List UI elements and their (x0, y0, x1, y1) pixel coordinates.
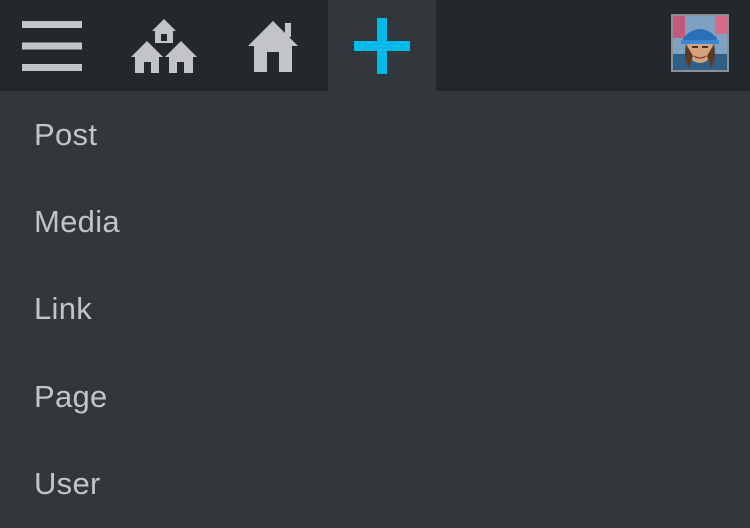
hamburger-menu-icon (22, 20, 82, 72)
site-home-button[interactable] (222, 0, 324, 91)
submenu-item-page[interactable]: Page (0, 353, 750, 440)
submenu-item-label: Page (34, 378, 108, 414)
submenu-item-label: User (34, 465, 101, 501)
submenu-item-post[interactable]: Post (0, 91, 750, 178)
user-avatar[interactable] (671, 14, 729, 72)
new-content-button[interactable] (328, 0, 436, 91)
my-sites-icon (130, 17, 198, 75)
submenu-item-label: Link (34, 290, 93, 326)
home-icon (247, 19, 299, 73)
my-sites-button[interactable] (110, 0, 218, 91)
submenu-item-link[interactable]: Link (0, 265, 750, 352)
admin-toolbar (0, 0, 750, 91)
menu-toggle-button[interactable] (0, 0, 104, 91)
submenu-item-label: Media (34, 203, 120, 239)
new-content-submenu: Post Media Link Page User (0, 91, 750, 528)
plus-icon (354, 17, 410, 74)
avatar-image (673, 16, 727, 70)
submenu-item-media[interactable]: Media (0, 178, 750, 265)
submenu-item-user[interactable]: User (0, 440, 750, 527)
submenu-item-label: Post (34, 116, 98, 152)
